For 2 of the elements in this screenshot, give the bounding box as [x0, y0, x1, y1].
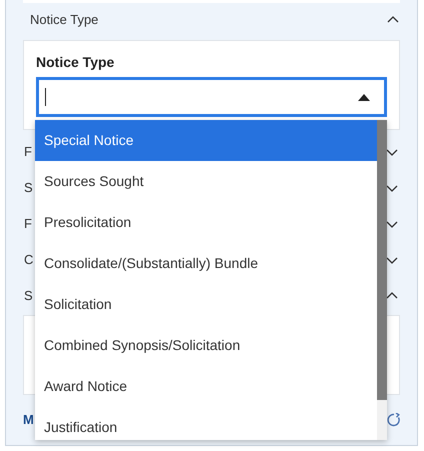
field-label: Notice Type	[36, 53, 116, 71]
section-title: Notice Type	[30, 11, 98, 30]
